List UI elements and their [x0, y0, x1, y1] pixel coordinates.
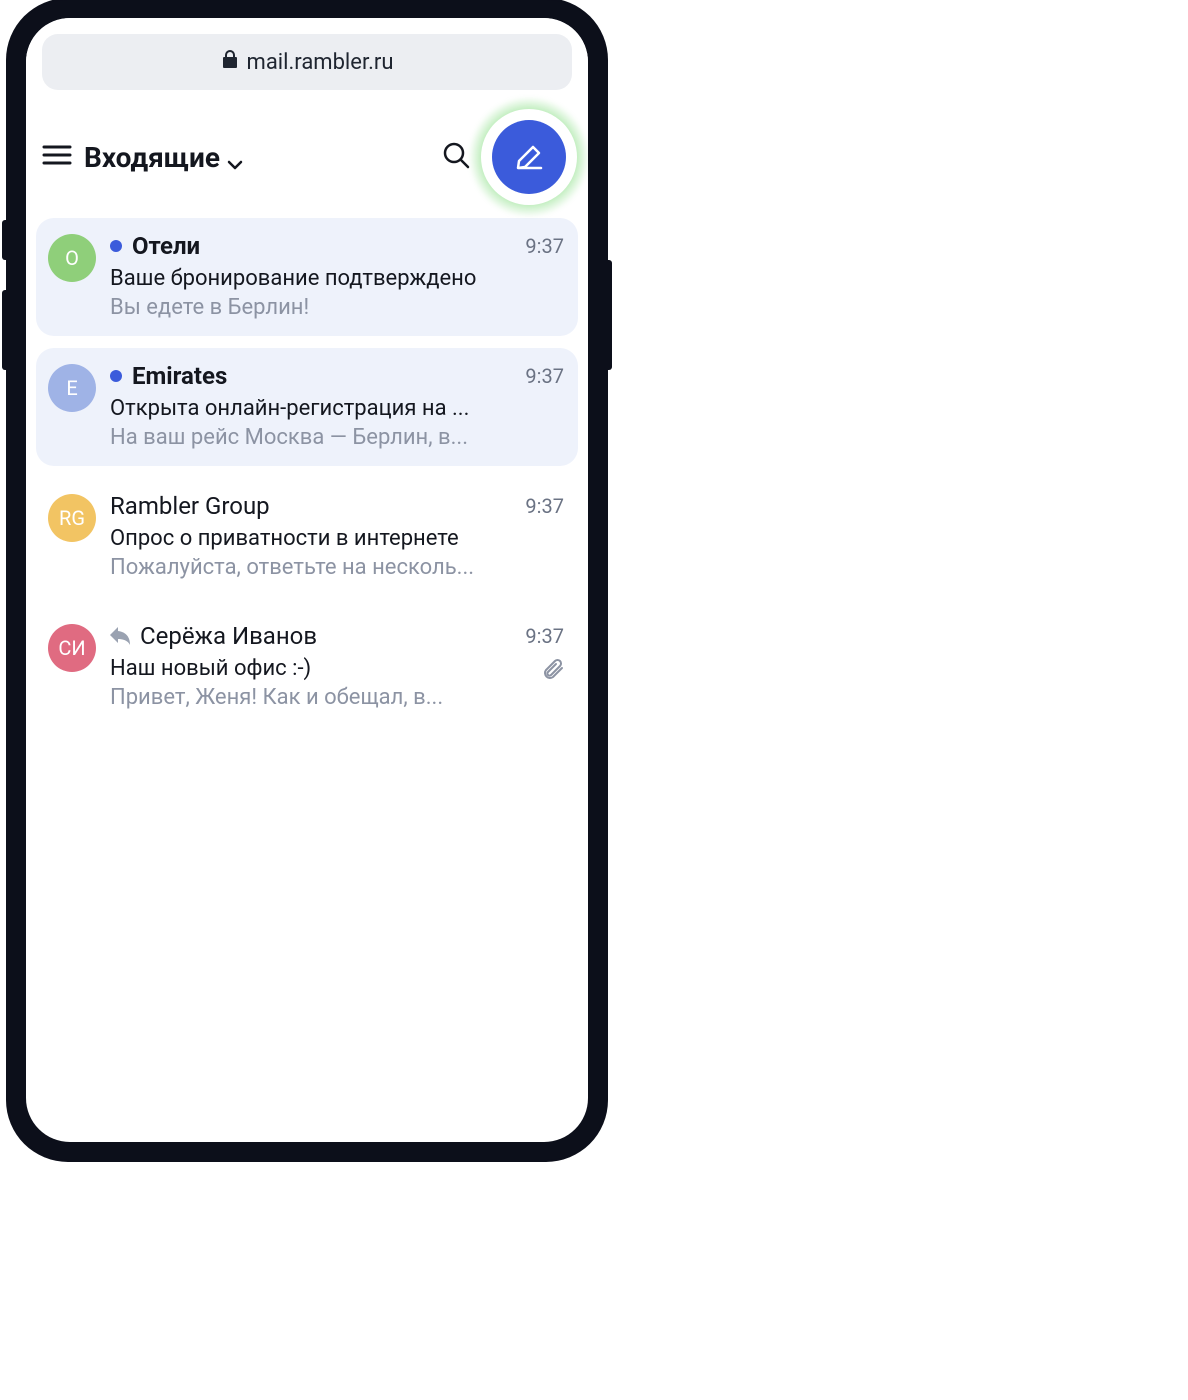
reply-icon	[110, 627, 130, 645]
sender-name: Rambler Group	[110, 492, 270, 520]
search-icon	[442, 141, 470, 173]
message-row[interactable]: E Emirates 9:37 Открыта онлайн-регистрация …	[36, 348, 578, 466]
avatar: O	[48, 234, 96, 282]
phone-side-button	[2, 220, 8, 260]
phone-side-button	[606, 260, 612, 370]
compose-icon	[513, 139, 545, 175]
message-preview: Вы едете в Берлин!	[110, 295, 564, 320]
message-list: O Отели 9:37 Ваше бронирование подтверждено…	[26, 214, 588, 726]
sender-name: Отели	[132, 232, 200, 260]
compose-highlight	[486, 114, 572, 200]
sender-name: Серёжа Иванов	[140, 622, 317, 650]
message-subject: Наш новый офис :-)	[110, 656, 564, 681]
menu-button[interactable]	[40, 140, 74, 174]
message-subject: Открыта онлайн-регистрация на ...	[110, 396, 564, 421]
avatar: RG	[48, 494, 96, 542]
avatar: E	[48, 364, 96, 412]
browser-chrome: mail.rambler.ru	[26, 18, 588, 100]
message-subject: Ваше бронирование подтверждено	[110, 266, 564, 291]
menu-icon	[42, 143, 72, 171]
folder-label: Входящие	[84, 141, 220, 174]
subject-text: Наш новый офис :-)	[110, 656, 532, 681]
compose-button[interactable]	[492, 120, 566, 194]
message-row[interactable]: O Отели 9:37 Ваше бронирование подтверждено…	[36, 218, 578, 336]
sender-name: Emirates	[132, 362, 227, 390]
message-body: Отели 9:37 Ваше бронирование подтверждено В…	[110, 232, 564, 320]
lock-icon	[221, 49, 239, 75]
subject-text: Ваше бронирование подтверждено	[110, 266, 564, 291]
message-row[interactable]: RG Rambler Group 9:37 Опрос о приватности в…	[36, 478, 578, 596]
subject-text: Опрос о приватности в интернете	[110, 526, 564, 551]
screen: mail.rambler.ru Входящие	[26, 18, 588, 1142]
message-preview: Привет, Женя! Как и обещал, в...	[110, 685, 564, 710]
message-time: 9:37	[525, 624, 564, 648]
message-time: 9:37	[525, 494, 564, 518]
subject-text: Открыта онлайн-регистрация на ...	[110, 396, 564, 421]
mail-toolbar: Входящие	[26, 100, 588, 214]
phone-frame: mail.rambler.ru Входящие	[8, 0, 606, 1160]
message-body: Emirates 9:37 Открыта онлайн-регистрация н…	[110, 362, 564, 450]
folder-selector[interactable]: Входящие	[84, 141, 244, 174]
message-time: 9:37	[525, 234, 564, 258]
unread-dot-icon	[110, 370, 122, 382]
address-bar[interactable]: mail.rambler.ru	[42, 34, 572, 90]
unread-dot-icon	[110, 240, 122, 252]
attachment-icon	[542, 658, 564, 680]
chevron-down-icon	[226, 148, 244, 166]
message-body: Серёжа Иванов 9:37 Наш новый офис :-) Приве…	[110, 622, 564, 710]
message-preview: На ваш рейс Москва — Берлин, в...	[110, 425, 564, 450]
message-body: Rambler Group 9:37 Опрос о приватности в и…	[110, 492, 564, 580]
message-row[interactable]: СИ Серёжа Иванов 9:37 Наш новый офис :-) При…	[36, 608, 578, 726]
address-url: mail.rambler.ru	[247, 50, 394, 75]
message-subject: Опрос о приватности в интернете	[110, 526, 564, 551]
phone-side-button	[2, 290, 8, 370]
message-preview: Пожалуйста, ответьте на несколь...	[110, 555, 564, 580]
message-time: 9:37	[525, 364, 564, 388]
avatar: СИ	[48, 624, 96, 672]
